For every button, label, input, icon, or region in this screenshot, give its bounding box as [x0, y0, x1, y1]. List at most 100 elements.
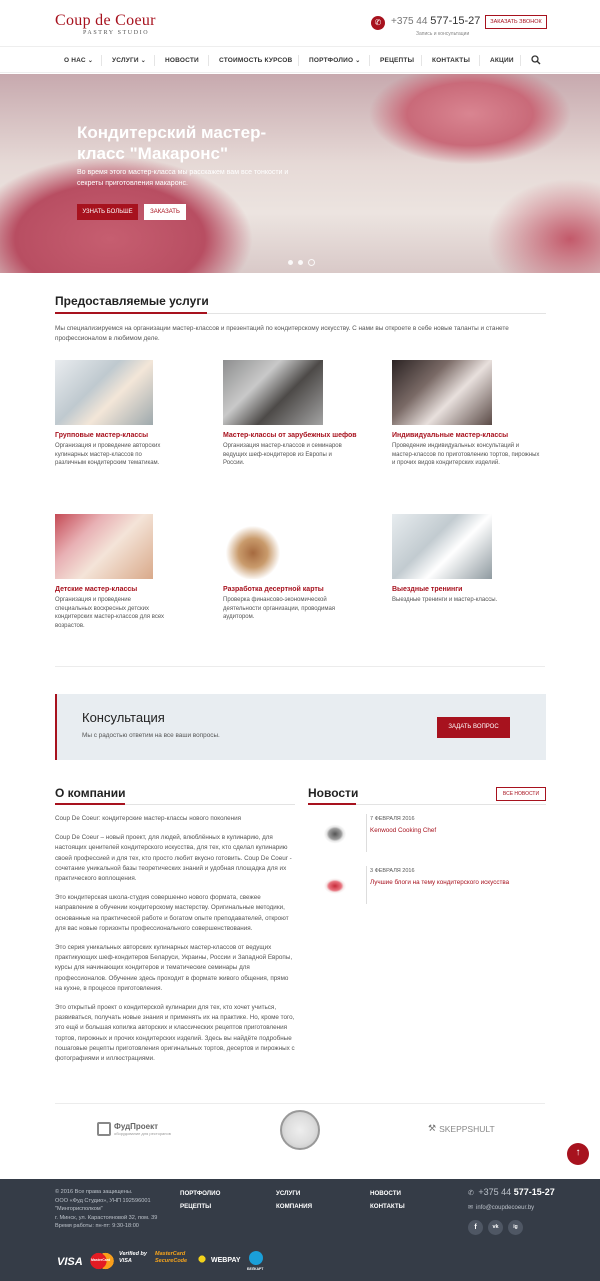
about-paragraph: Это кондитерская школа-студия совершенно…: [55, 894, 289, 932]
hero-title: Кондитерский мастер-класс "Макаронс": [77, 123, 267, 163]
slider-dot-active[interactable]: [308, 259, 315, 266]
visa-logo: VISA: [57, 1256, 83, 1268]
partner-seal-logo[interactable]: [280, 1110, 320, 1150]
services-intro: Мы специализируемся на организации масте…: [55, 325, 509, 342]
about-paragraph: Это серия уникальных авторских кулинарны…: [55, 944, 293, 992]
skeppshult-logo-icon: ⚒: [428, 1123, 437, 1133]
service-card[interactable]: Групповые мастер-классы Организация и пр…: [55, 360, 165, 468]
service-card[interactable]: Индивидуальные мастер-классы Проведение …: [392, 360, 542, 468]
footer-link-services[interactable]: УСЛУГИ: [276, 1190, 300, 1197]
service-title[interactable]: Групповые мастер-классы: [55, 432, 165, 439]
phone-prefix: +375 44: [391, 16, 428, 27]
news-link[interactable]: Kenwood Cooking Chef: [370, 827, 436, 834]
belkart-icon: [249, 1251, 263, 1265]
webpay-icon: [195, 1252, 209, 1266]
securecode-logo: MasterCard SecureCode: [155, 1251, 188, 1264]
service-title[interactable]: Детские мастер-классы: [55, 586, 165, 593]
hero-text: Во время этого мастер-класса мы расскаже…: [77, 169, 289, 187]
footer: © 2016 Все права защищены. ООО «Фуд Студ…: [0, 1179, 600, 1281]
news-thumb: [308, 814, 363, 852]
service-title[interactable]: Разработка десертной карты: [223, 586, 348, 593]
logo[interactable]: Coup de Coeur PASTRY STUDIO: [55, 12, 156, 36]
service-title[interactable]: Мастер-классы от зарубежных шефов: [223, 432, 368, 439]
phone-subtitle: Запись и консультации: [416, 31, 470, 37]
nav-item-prices[interactable]: СТОИМОСТЬ КУРСОВ: [219, 47, 292, 74]
services-title: Предоставляемые услуги: [55, 294, 209, 308]
news-date: 7 ФЕВРАЛЯ 2016: [370, 816, 415, 822]
ask-question-button[interactable]: ЗАДАТЬ ВОПРОС: [437, 717, 510, 738]
footer-link-news[interactable]: НОВОСТИ: [370, 1190, 401, 1197]
service-title[interactable]: Индивидуальные мастер-классы: [392, 432, 542, 439]
service-desc: Проверка финансово-экономической деятель…: [223, 597, 336, 620]
footer-link-portfolio[interactable]: ПОРТФОЛИО: [180, 1190, 220, 1197]
mail-icon: ✉: [468, 1205, 474, 1211]
about-paragraph: Это открытый проект о кондитерской кулин…: [55, 1004, 295, 1063]
nav-item-services[interactable]: УСЛУГИ ⌄: [112, 47, 146, 74]
service-card[interactable]: Мастер-классы от зарубежных шефов Органи…: [223, 360, 368, 468]
nav-item-contacts[interactable]: КОНТАКТЫ: [432, 47, 470, 74]
news-link[interactable]: Лучшие блоги на тему кондитерского искус…: [370, 879, 509, 886]
service-desc: Организация и проведение специальных вос…: [55, 597, 165, 629]
service-desc: Выездные тренинги и мастер-классы.: [392, 597, 498, 603]
news-item[interactable]: 7 ФЕВРАЛЯ 2016 Kenwood Cooking Chef: [308, 814, 548, 854]
news-title: Новости: [308, 786, 359, 800]
service-title[interactable]: Выездные тренинги: [392, 586, 502, 593]
facebook-icon[interactable]: f: [468, 1220, 483, 1235]
phone-icon: ✆: [371, 16, 385, 30]
service-image: [392, 360, 492, 425]
service-card[interactable]: Разработка десертной карты Проверка фина…: [223, 514, 348, 622]
nav-item-about[interactable]: О НАС ⌄: [64, 47, 93, 74]
service-image: [55, 360, 153, 425]
slider-dot[interactable]: [288, 260, 293, 265]
nav-item-recipes[interactable]: РЕЦЕПТЫ: [380, 47, 414, 74]
learn-more-button[interactable]: УЗНАТЬ БОЛЬШЕ: [77, 204, 138, 220]
page: Coup de Coeur PASTRY STUDIO ✆ +375 44 57…: [0, 0, 600, 1281]
service-card[interactable]: Детские мастер-классы Организация и пров…: [55, 514, 165, 630]
service-desc: Организация мастер-классов и семинаров в…: [223, 443, 342, 466]
scroll-top-button[interactable]: ↑: [567, 1143, 589, 1165]
service-card[interactable]: Выездные тренинги Выездные тренинги и ма…: [392, 514, 502, 605]
hero-slider: Кондитерский мастер-класс "Макаронс" Во …: [0, 74, 600, 273]
footer-email[interactable]: ✉ info@coupdecoeur.by: [468, 1204, 534, 1211]
news-item[interactable]: 3 ФЕВРАЛЯ 2016 Лучшие блоги на тему конд…: [308, 866, 548, 906]
mastercard-logo: MasterCard: [90, 1252, 114, 1270]
consult-banner: Консультация Мы с радостью ответим на вс…: [55, 694, 546, 760]
about-text: Coup De Coeur: кондитерские мастер-класс…: [55, 814, 295, 1073]
order-call-button[interactable]: ЗАКАЗАТЬ ЗВОНОК: [485, 15, 547, 29]
all-news-button[interactable]: ВСЕ НОВОСТИ: [496, 787, 546, 801]
service-image: [55, 514, 153, 579]
nav-item-portfolio[interactable]: ПОРТФОЛИО ⌄: [309, 47, 360, 74]
verified-by-visa-logo: Verified by VISA: [119, 1251, 147, 1264]
service-image: [392, 514, 492, 579]
slider-dot[interactable]: [298, 260, 303, 265]
footer-link-company[interactable]: КОМПАНИЯ: [276, 1203, 312, 1210]
partner-fudproekt[interactable]: ФудПроект оборудование для ресторанов: [97, 1122, 171, 1136]
consult-title: Консультация: [82, 710, 165, 725]
footer-link-recipes[interactable]: РЕЦЕПТЫ: [180, 1203, 211, 1210]
logo-name: Coup de Coeur: [55, 12, 156, 29]
belkart-logo: БЕЛКАРТ: [247, 1267, 264, 1271]
service-image: [223, 360, 323, 425]
about-paragraph: Coup De Coeur: кондитерские мастер-класс…: [55, 815, 242, 822]
partner-skeppshult[interactable]: ⚒ SKEPPSHULT: [428, 1123, 495, 1134]
hero-order-button[interactable]: ЗАКАЗАТЬ: [144, 204, 186, 220]
vk-icon[interactable]: vk: [488, 1220, 503, 1235]
slider-dots: [288, 259, 315, 266]
consult-subtitle: Мы с радостью ответим на все ваши вопрос…: [82, 732, 220, 739]
footer-link-contacts[interactable]: КОНТАКТЫ: [370, 1203, 405, 1210]
about-title: О компании: [55, 786, 126, 800]
nav-item-promo[interactable]: АКЦИИ: [490, 47, 514, 74]
nav-item-news[interactable]: НОВОСТИ: [165, 47, 199, 74]
search-icon[interactable]: [531, 55, 541, 65]
fudproekt-logo-icon: [97, 1122, 111, 1136]
phone-number[interactable]: 577-15-27: [430, 15, 480, 27]
news-date: 3 ФЕВРАЛЯ 2016: [370, 868, 415, 874]
header-phone: ✆ +375 44 577-15-27: [371, 15, 480, 30]
service-desc: Проведение индивидуальных консультаций и…: [392, 443, 540, 466]
service-image: [223, 514, 323, 579]
instagram-icon[interactable]: ig: [508, 1220, 523, 1235]
footer-phone[interactable]: ✆ +375 44 577-15-27: [468, 1187, 555, 1197]
main-nav: О НАС ⌄ УСЛУГИ ⌄ НОВОСТИ СТОИМОСТЬ КУРСО…: [0, 46, 600, 73]
top-bar: Coup de Coeur PASTRY STUDIO ✆ +375 44 57…: [0, 0, 600, 46]
service-desc: Организация и проведение авторских кулин…: [55, 443, 161, 466]
